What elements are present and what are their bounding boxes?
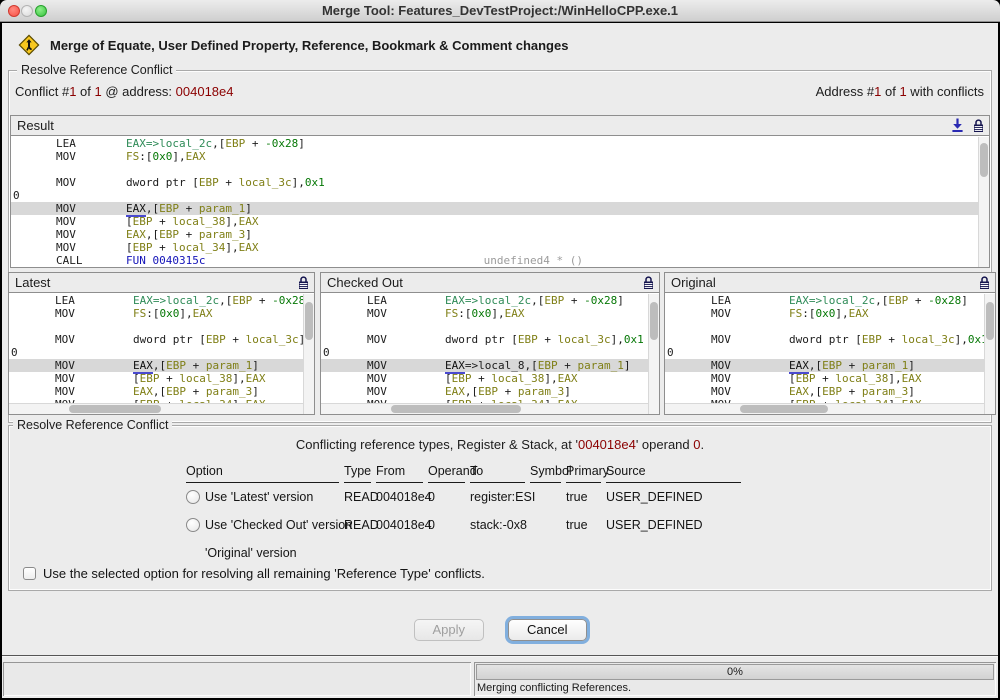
- address-counter: Address #1 of 1 with conflicts: [816, 84, 984, 99]
- group-title: Resolve Reference Conflict: [17, 63, 176, 77]
- latest-vertical-scrollbar[interactable]: [303, 294, 314, 414]
- apply-to-all-checkbox[interactable]: [23, 567, 36, 580]
- latest-panel: Latest LEAEAX=>local_2c,[EBP + -0x28]MOV…: [8, 272, 315, 415]
- cell-source: USER_DEFINED: [606, 511, 746, 539]
- status-panel-right: 0% Merging conflicting References.: [474, 662, 996, 696]
- lock-icon[interactable]: [978, 275, 991, 290]
- result-listing[interactable]: LEAEAX=>local_2c,[EBP + -0x28]MOVFS:[0x0…: [11, 137, 978, 267]
- cell-symbol: [530, 483, 566, 511]
- conflict-counters: Conflict #1 of 1 @ address: 004018e4 Add…: [8, 84, 992, 100]
- use-latest-radio[interactable]: [186, 490, 200, 504]
- merge-phase-banner: Merge of Equate, User Defined Property, …: [18, 34, 568, 56]
- result-panel-title: Result: [17, 118, 54, 133]
- cell-from: 004018e4: [376, 511, 428, 539]
- resolve-option-group: Resolve Reference Conflict Conflicting r…: [8, 425, 992, 591]
- original-panel-header: Original: [665, 273, 995, 293]
- use-checked-out-radio[interactable]: [186, 518, 200, 532]
- cell-symbol: [530, 511, 566, 539]
- column-header-primary: Primary: [566, 462, 601, 483]
- conflict-summary: Conflicting reference types, Register & …: [9, 437, 991, 452]
- original-panel: Original LEAEAX=>local_2c,[EBP + -0x28]M…: [664, 272, 996, 415]
- cell-to: stack:-0x8: [470, 511, 530, 539]
- table-row[interactable]: 'Original' version: [186, 539, 344, 567]
- result-panel-header: Result: [11, 116, 989, 136]
- checked-out-panel: Checked Out LEAEAX=>local_2c,[EBP + -0x2…: [320, 272, 660, 415]
- reference-conflict-table: Option Type From Operand To Symbol Prima…: [186, 462, 746, 567]
- merge-arrows-icon: [18, 34, 40, 56]
- lock-icon[interactable]: [642, 275, 655, 290]
- table-row[interactable]: Use 'Latest' version: [186, 483, 344, 511]
- checked-out-listing[interactable]: LEAEAX=>local_2c,[EBP + -0x28]MOVFS:[0x0…: [321, 294, 648, 403]
- option-label[interactable]: Use 'Latest' version: [205, 490, 313, 504]
- cancel-button[interactable]: Cancel: [508, 619, 586, 641]
- cell-operand: 0: [428, 511, 470, 539]
- scroll-to-bottom-icon[interactable]: [951, 118, 964, 133]
- group-title: Resolve Reference Conflict: [13, 418, 172, 432]
- status-message: Merging conflicting References.: [477, 682, 631, 694]
- result-panel: Result: [10, 115, 990, 268]
- apply-to-all-label: Use the selected option for resolving al…: [43, 566, 485, 581]
- checked-out-horizontal-scrollbar[interactable]: [321, 403, 648, 414]
- checked-out-panel-title: Checked Out: [327, 275, 403, 290]
- window-titlebar[interactable]: Merge Tool: Features_DevTestProject:/Win…: [0, 0, 1000, 22]
- latest-panel-title: Latest: [15, 275, 50, 290]
- status-bar: 0% Merging conflicting References.: [2, 662, 998, 696]
- use-original-option-label[interactable]: 'Original' version: [205, 546, 297, 560]
- status-divider: [2, 655, 998, 657]
- window-title: Merge Tool: Features_DevTestProject:/Win…: [0, 0, 1000, 22]
- cell-from: 004018e4: [376, 483, 428, 511]
- cell-source: USER_DEFINED: [606, 483, 746, 511]
- column-header-option: Option: [186, 462, 339, 483]
- cell-to: register:ESI: [470, 483, 530, 511]
- apply-to-all-row[interactable]: Use the selected option for resolving al…: [23, 566, 485, 581]
- column-header-from: From: [376, 462, 423, 483]
- table-row[interactable]: Use 'Checked Out' version: [186, 511, 344, 539]
- column-header-to: To: [470, 462, 525, 483]
- cell-primary: true: [566, 483, 606, 511]
- checked-out-panel-header: Checked Out: [321, 273, 659, 293]
- original-panel-title: Original: [671, 275, 716, 290]
- cell-primary: true: [566, 511, 606, 539]
- conflict-counter: Conflict #1 of 1 @ address: 004018e4: [15, 84, 234, 99]
- lock-icon[interactable]: [972, 118, 985, 133]
- original-vertical-scrollbar[interactable]: [984, 294, 995, 414]
- latest-listing[interactable]: LEAEAX=>local_2c,[EBP + -0x28]MOVFS:[0x0…: [9, 294, 303, 403]
- merge-progress-bar: 0%: [476, 664, 994, 680]
- result-vertical-scrollbar[interactable]: [978, 137, 989, 267]
- checked-out-vertical-scrollbar[interactable]: [648, 294, 659, 414]
- window-content: Merge of Equate, User Defined Property, …: [2, 23, 998, 698]
- cell-operand: 0: [428, 483, 470, 511]
- latest-panel-header: Latest: [9, 273, 314, 293]
- column-header-type: Type: [344, 462, 371, 483]
- merge-tool-window: Merge Tool: Features_DevTestProject:/Win…: [0, 0, 1000, 700]
- original-listing[interactable]: LEAEAX=>local_2c,[EBP + -0x28]MOVFS:[0x0…: [665, 294, 984, 403]
- lock-icon[interactable]: [297, 275, 310, 290]
- cell-type: READ: [344, 483, 376, 511]
- column-header-operand: Operand: [428, 462, 465, 483]
- status-panel-left: [3, 662, 471, 696]
- latest-horizontal-scrollbar[interactable]: [9, 403, 303, 414]
- cell-type: READ: [344, 511, 376, 539]
- option-label[interactable]: Use 'Checked Out' version: [205, 518, 352, 532]
- original-horizontal-scrollbar[interactable]: [665, 403, 984, 414]
- apply-button[interactable]: Apply: [414, 619, 485, 641]
- dialog-buttons: Apply Cancel: [2, 619, 998, 641]
- column-header-source: Source: [606, 462, 741, 483]
- column-header-symbol: Symbol: [530, 462, 561, 483]
- banner-text: Merge of Equate, User Defined Property, …: [50, 38, 568, 53]
